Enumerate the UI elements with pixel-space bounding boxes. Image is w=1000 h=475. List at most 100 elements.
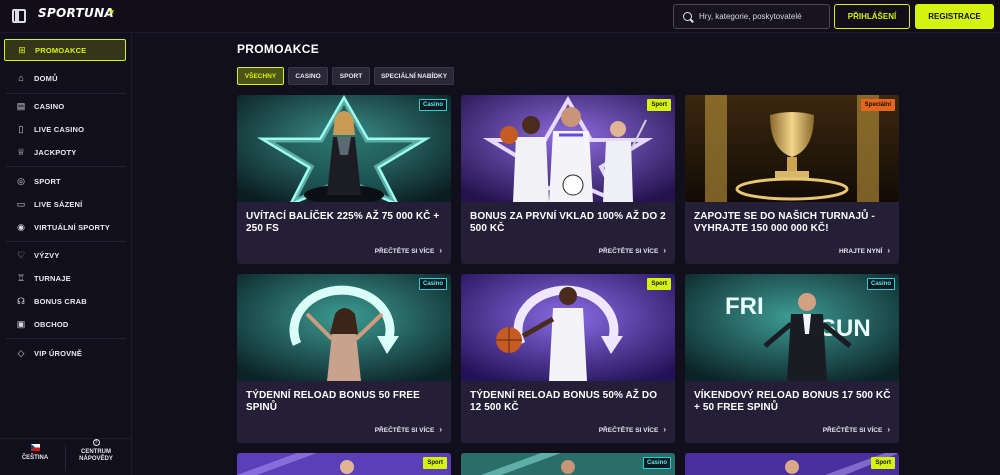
read-more-link[interactable]: PŘEČTĚTE SI VÍCE › (375, 246, 442, 255)
tab-sport[interactable]: SPORT (332, 67, 370, 85)
promo-card-first-deposit[interactable]: Sport BONUS ZA PRVNÍ VKLAD 100% AŽ DO 2 … (461, 95, 675, 264)
chevron-right-icon: › (663, 425, 666, 434)
category-badge: Casino (642, 457, 671, 469)
play-now-link[interactable]: HRAJTE NYNÍ › (839, 246, 890, 255)
sidebar-item-turnaje[interactable]: ♖ TURNAJE (4, 267, 126, 289)
sidebar-item-casino[interactable]: ▤ CASINO (4, 95, 126, 117)
promo-title: ZAPOJTE SE DO NAŠICH TURNAJŮ - VYHRAJTE … (694, 211, 875, 234)
gift-icon: ⊞ (18, 45, 26, 55)
register-button[interactable]: REGISTRACE (915, 4, 994, 29)
read-more-link[interactable]: PŘEČTĚTE SI VÍCE › (599, 425, 666, 434)
fri-image-text: FRI (725, 293, 764, 320)
controller-icon: ◉ (17, 222, 25, 232)
promo-card-weekly-reload-sport[interactable]: Sport TÝDENNÍ RELOAD BONUS 50% AŽ DO 12 … (461, 274, 675, 443)
tournament-icon: ♖ (16, 273, 26, 283)
ball-icon: ◎ (17, 176, 25, 186)
page-title: PROMOAKCE (237, 42, 320, 56)
promo-image-partial (237, 453, 451, 475)
sidebar-item-sport[interactable]: ◎ SPORT (4, 170, 126, 192)
crab-icon: ☊ (17, 296, 25, 306)
search-icon (683, 12, 692, 21)
sidebar-item-label: LIVE CASINO (34, 124, 85, 134)
sidebar-item-virtualni-sporty[interactable]: ◉ VIRTUÁLNÍ SPORTY (4, 216, 126, 238)
category-badge: Sport (423, 457, 447, 469)
read-more-link[interactable]: PŘEČTĚTE SI VÍCE › (375, 425, 442, 434)
sidebar-item-domu[interactable]: ⌂ DOMŮ (4, 67, 126, 89)
category-badge: Casino (418, 99, 447, 111)
read-more-label: PŘEČTĚTE SI VÍCE (598, 248, 659, 255)
language-label: ČEŠTINA (21, 455, 49, 461)
video-icon: ▭ (16, 199, 26, 209)
sidebar-item-label: VÝZVY (34, 250, 60, 260)
help-label-line2: NÁPOVĚDY (79, 456, 113, 462)
category-badge: Sport (647, 278, 671, 290)
promo-image-partial (685, 453, 899, 475)
promo-card-tournaments[interactable]: Speciální ZAPOJTE SE DO NAŠICH TURNAJŮ -… (685, 95, 899, 264)
diamond-icon: ◇ (17, 348, 25, 358)
promo-title: BONUS ZA PRVNÍ VKLAD 100% AŽ DO 2 500 KČ (470, 211, 666, 234)
promo-card-partial[interactable]: Casino (461, 453, 675, 475)
sidebar: ⊞ PROMOAKCE ⌂ DOMŮ ▤ CASINO ▯ LIVE CASINO ♕ J… (0, 33, 132, 475)
language-switcher[interactable]: ČEŠTINA (18, 444, 52, 462)
read-more-link[interactable]: PŘEČTĚTE SI VÍCE › (823, 425, 890, 434)
top-bar: SPORTUNA★ PŘIHLÁŠENÍ REGISTRACE (0, 0, 1000, 33)
store-icon: ▣ (16, 319, 26, 329)
read-more-label: PŘEČTĚTE SI VÍCE (598, 427, 659, 434)
trophy-icon: ♡ (16, 250, 26, 260)
sidebar-item-bonus-crab[interactable]: ☊ BONUS CRAB (4, 290, 126, 312)
sidebar-item-vip-urovne[interactable]: ◇ VIP ÚROVNĚ (4, 342, 126, 364)
help-center-link[interactable]: ? CENTRUM NÁPOVĚDY (73, 439, 119, 463)
read-more-label: PŘEČTĚTE SI VÍCE (374, 427, 435, 434)
sidebar-item-vyzvy[interactable]: ♡ VÝZVY (4, 244, 126, 266)
sidebar-divider (6, 241, 126, 242)
sidebar-item-jackpoty[interactable]: ♕ JACKPOTY (4, 141, 126, 163)
promo-title: TÝDENNÍ RELOAD BONUS 50 FREE SPINŮ (246, 390, 420, 413)
category-badge: Speciální (860, 99, 895, 111)
sidebar-item-promoakce[interactable]: ⊞ PROMOAKCE (4, 39, 126, 61)
login-button[interactable]: PŘIHLÁŠENÍ (834, 4, 910, 29)
sidebar-item-label: CASINO (34, 101, 65, 111)
cards-icon: ▤ (16, 101, 26, 111)
sidebar-item-label: SPORT (34, 176, 61, 186)
category-badge: Casino (418, 278, 447, 290)
search-input[interactable] (699, 12, 829, 21)
promo-image-casino-star (237, 95, 451, 202)
home-icon: ⌂ (18, 73, 24, 83)
sidebar-item-live-casino[interactable]: ▯ LIVE CASINO (4, 118, 126, 140)
category-badge: Sport (647, 99, 671, 111)
read-more-label: PŘEČTĚTE SI VÍCE (822, 427, 883, 434)
sidebar-item-obchod[interactable]: ▣ OBCHOD (4, 313, 126, 335)
sidebar-toggle-icon[interactable] (12, 9, 26, 23)
tab-specialni-nabidky[interactable]: SPECIÁLNÍ NABÍDKY (374, 67, 454, 85)
tab-vsechny[interactable]: VŠECHNY (237, 67, 284, 85)
promo-card-partial[interactable]: Sport (685, 453, 899, 475)
read-more-link[interactable]: PŘEČTĚTE SI VÍCE › (599, 246, 666, 255)
sidebar-item-label: PROMOAKCE (35, 45, 87, 55)
footer-divider (65, 445, 66, 471)
promo-card-partial[interactable]: Sport (237, 453, 451, 475)
help-label-line1: CENTRUM (81, 449, 111, 455)
category-badge: Sport (871, 457, 895, 469)
category-badge: Casino (866, 278, 895, 290)
promo-title: UVÍTACÍ BALÍČEK 225% AŽ 75 000 KČ + 250 … (246, 211, 440, 234)
promo-card-welcome[interactable]: Casino UVÍTACÍ BALÍČEK 225% AŽ 75 000 KČ… (237, 95, 451, 264)
logo[interactable]: SPORTUNA ★ (38, 6, 115, 20)
chevron-right-icon: › (663, 246, 666, 255)
chevron-right-icon: › (439, 246, 442, 255)
promo-title: TÝDENNÍ RELOAD BONUS 50% AŽ DO 12 500 KČ (470, 390, 658, 413)
promo-image-weekend: FRI SUN (685, 274, 899, 381)
promo-card-weekend-reload[interactable]: FRI SUN Casino VÍKENDOVÝ RELOAD BONUS 17… (685, 274, 899, 443)
promo-card-weekly-reload-spins[interactable]: Casino TÝDENNÍ RELOAD BONUS 50 FREE SPIN… (237, 274, 451, 443)
sidebar-item-label: LIVE SÁZENÍ (34, 199, 83, 209)
sidebar-item-label: OBCHOD (34, 319, 69, 329)
search-box[interactable] (673, 4, 830, 29)
read-more-label: PŘEČTĚTE SI VÍCE (374, 248, 435, 255)
tab-casino[interactable]: CASINO (288, 67, 328, 85)
sidebar-divider (6, 166, 126, 167)
promo-image-sport-reload (461, 274, 675, 381)
sidebar-item-live-sazeni[interactable]: ▭ LIVE SÁZENÍ (4, 193, 126, 215)
phone-icon: ▯ (18, 124, 24, 134)
chevron-right-icon: › (887, 246, 890, 255)
sidebar-divider (6, 338, 126, 339)
promo-image-trophy (685, 95, 899, 202)
